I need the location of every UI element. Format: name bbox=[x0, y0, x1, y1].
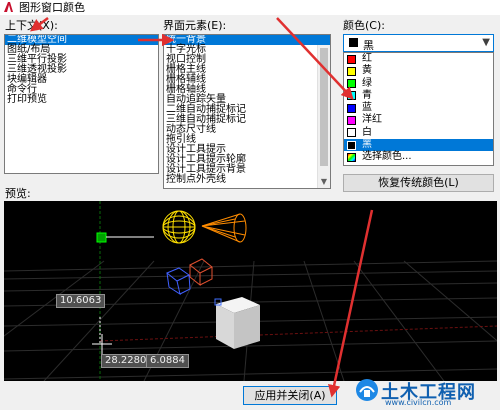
watermark-url: www.civilcn.com bbox=[385, 398, 452, 407]
arrow-to-context bbox=[30, 17, 49, 32]
watermark-logo-icon bbox=[356, 379, 378, 401]
annotation-arrows bbox=[30, 17, 374, 398]
arrow-to-color bbox=[276, 17, 354, 100]
arrow-to-apply bbox=[328, 209, 374, 398]
site-watermark: 土木工程网 www.civilcn.com bbox=[355, 378, 500, 408]
